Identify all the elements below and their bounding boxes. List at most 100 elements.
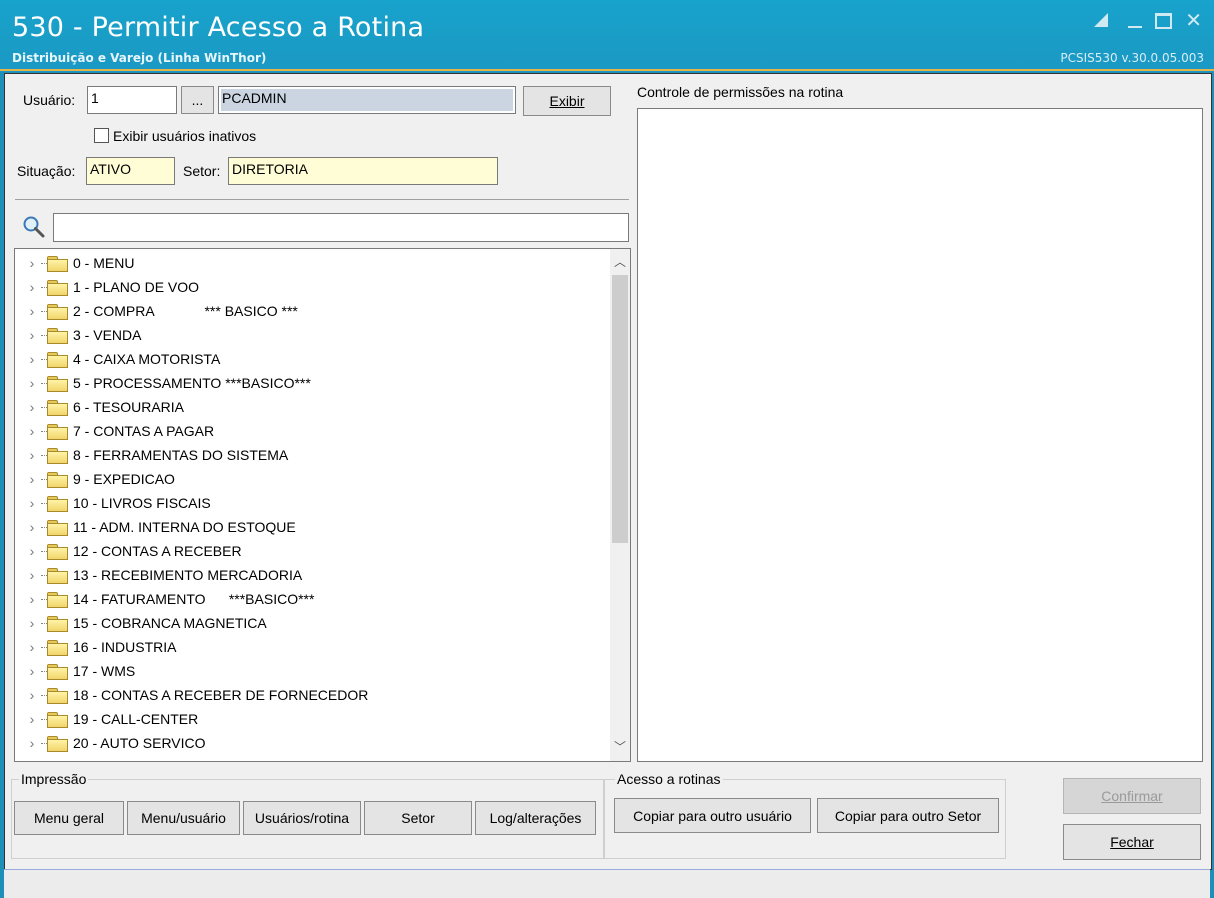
expand-chevron-icon[interactable]: › [23, 519, 41, 535]
title-accent-line [0, 69, 1214, 71]
tree-item[interactable]: › 5 - PROCESSAMENTO ***BASICO*** [15, 371, 311, 395]
scroll-thumb[interactable] [612, 275, 628, 543]
tree-item[interactable]: › 18 - CONTAS A RECEBER DE FORNECEDOR [15, 683, 368, 707]
folder-icon [47, 447, 68, 464]
tree-item-label: 12 - CONTAS A RECEBER [73, 543, 242, 559]
status-bar [4, 869, 1210, 898]
tree-item-label: 1 - PLANO DE VOO [73, 279, 200, 295]
show-button-label: Exibir [549, 93, 585, 109]
folder-icon [47, 279, 68, 296]
folder-icon [47, 303, 68, 320]
restore-icon[interactable] [1094, 13, 1108, 27]
print-menu-user-button[interactable]: Menu/usuário [127, 801, 240, 835]
window-title: 530 - Permitir Acesso a Rotina [12, 12, 425, 43]
show-inactive-checkbox[interactable] [94, 128, 109, 143]
tree-item-label: 19 - CALL-CENTER [73, 711, 199, 727]
folder-icon [47, 543, 68, 560]
copy-to-user-button[interactable]: Copiar para outro usuário [614, 798, 811, 833]
tree-item-label: 2 - COMPRA *** BASICO *** [73, 303, 298, 319]
tree-item[interactable]: › 12 - CONTAS A RECEBER [15, 539, 242, 563]
main-window: Usuário: 1 ... PCADMIN Exibir Exibir usu… [4, 73, 1212, 870]
tree-item[interactable]: › 6 - TESOURARIA [15, 395, 184, 419]
tree-item-label: 7 - CONTAS A PAGAR [73, 423, 215, 439]
expand-chevron-icon[interactable]: › [23, 423, 41, 439]
close-icon[interactable]: ✕ [1185, 8, 1202, 33]
expand-chevron-icon[interactable]: › [23, 279, 41, 295]
expand-chevron-icon[interactable]: › [23, 543, 41, 559]
expand-chevron-icon[interactable]: › [23, 687, 41, 703]
expand-chevron-icon[interactable]: › [23, 735, 41, 751]
expand-chevron-icon[interactable]: › [23, 399, 41, 415]
show-button[interactable]: Exibir [523, 86, 611, 116]
user-code-field[interactable]: 1 [87, 86, 177, 114]
expand-chevron-icon[interactable]: › [23, 447, 41, 463]
tree-item[interactable]: › 19 - CALL-CENTER [15, 707, 198, 731]
tree-item-label: 16 - INDUSTRIA [73, 639, 177, 655]
folder-icon [47, 615, 68, 632]
tree-item[interactable]: › 3 - VENDA [15, 323, 141, 347]
expand-chevron-icon[interactable]: › [23, 639, 41, 655]
copy-to-sector-button[interactable]: Copiar para outro Setor [817, 798, 999, 833]
user-lookup-button[interactable]: ... [181, 86, 214, 114]
tree-item[interactable]: › 8 - FERRAMENTAS DO SISTEMA [15, 443, 288, 467]
tree-item-label: 14 - FATURAMENTO ***BASICO*** [73, 591, 315, 607]
tree-item[interactable]: › 1 - PLANO DE VOO [15, 275, 199, 299]
expand-chevron-icon[interactable]: › [23, 255, 41, 271]
tree-item-label: 4 - CAIXA MOTORISTA [73, 351, 221, 367]
tree-item[interactable]: › 20 - AUTO SERVICO [15, 731, 206, 755]
user-label: Usuário: [23, 92, 76, 108]
divider [15, 199, 629, 200]
expand-chevron-icon[interactable]: › [23, 567, 41, 583]
folder-icon [47, 519, 68, 536]
situation-label: Situação: [17, 163, 76, 179]
expand-chevron-icon[interactable]: › [23, 303, 41, 319]
routine-tree[interactable]: › 0 - MENU › 1 - PLANO DE VOO › 2 - COMPRA **… [14, 248, 631, 762]
tree-item[interactable]: › 7 - CONTAS A PAGAR [15, 419, 214, 443]
expand-chevron-icon[interactable]: › [23, 471, 41, 487]
tree-item[interactable]: › 15 - COBRANCA MAGNETICA [15, 611, 267, 635]
expand-chevron-icon[interactable]: › [23, 615, 41, 631]
expand-chevron-icon[interactable]: › [23, 375, 41, 391]
tree-item[interactable]: › 10 - LIVROS FISCAIS [15, 491, 211, 515]
search-input[interactable] [53, 213, 629, 242]
tree-scrollbar[interactable]: ︿ ﹀ [610, 249, 630, 761]
tree-item[interactable]: › 4 - CAIXA MOTORISTA [15, 347, 220, 371]
print-users-routine-button[interactable]: Usuários/rotina [243, 801, 361, 835]
confirm-button[interactable]: Confirmar [1063, 778, 1201, 814]
print-group-title: Impressão [19, 771, 89, 787]
folder-icon [47, 591, 68, 608]
search-icon[interactable] [22, 215, 46, 239]
tree-item[interactable]: › 2 - COMPRA *** BASICO *** [15, 299, 298, 323]
close-button[interactable]: Fechar [1063, 824, 1201, 860]
folder-icon [47, 639, 68, 656]
version-label: PCSIS530 v.30.0.05.003 [1060, 51, 1204, 65]
tree-item[interactable]: › 9 - EXPEDICAO [15, 467, 175, 491]
tree-item[interactable]: › 13 - RECEBIMENTO MERCADORIA [15, 563, 302, 587]
scroll-down-icon[interactable]: ﹀ [610, 738, 630, 755]
expand-chevron-icon[interactable]: › [23, 711, 41, 727]
print-sector-button[interactable]: Setor [364, 801, 472, 835]
folder-icon [47, 687, 68, 704]
expand-chevron-icon[interactable]: › [23, 351, 41, 367]
minimize-icon[interactable] [1128, 26, 1142, 28]
expand-chevron-icon[interactable]: › [23, 327, 41, 343]
expand-chevron-icon[interactable]: › [23, 495, 41, 511]
permissions-panel[interactable] [637, 108, 1203, 762]
scroll-up-icon[interactable]: ︿ [610, 253, 630, 270]
tree-item[interactable]: › 14 - FATURAMENTO ***BASICO*** [15, 587, 314, 611]
maximize-icon[interactable] [1155, 13, 1172, 29]
folder-icon [47, 663, 68, 680]
expand-chevron-icon[interactable]: › [23, 663, 41, 679]
tree-item-label: 17 - WMS [73, 663, 136, 679]
tree-item[interactable]: › 11 - ADM. INTERNA DO ESTOQUE [15, 515, 296, 539]
print-menu-button[interactable]: Menu geral [14, 801, 124, 835]
tree-item[interactable]: › 17 - WMS [15, 659, 135, 683]
close-button-label: Fechar [1110, 834, 1154, 850]
tree-item[interactable]: › 16 - INDUSTRIA [15, 635, 176, 659]
tree-item[interactable]: › 0 - MENU [15, 251, 134, 275]
folder-icon [47, 399, 68, 416]
print-log-button[interactable]: Log/alterações [475, 801, 596, 835]
expand-chevron-icon[interactable]: › [23, 591, 41, 607]
tree-item-label: 6 - TESOURARIA [73, 399, 184, 415]
tree-item-label: 15 - COBRANCA MAGNETICA [73, 615, 267, 631]
